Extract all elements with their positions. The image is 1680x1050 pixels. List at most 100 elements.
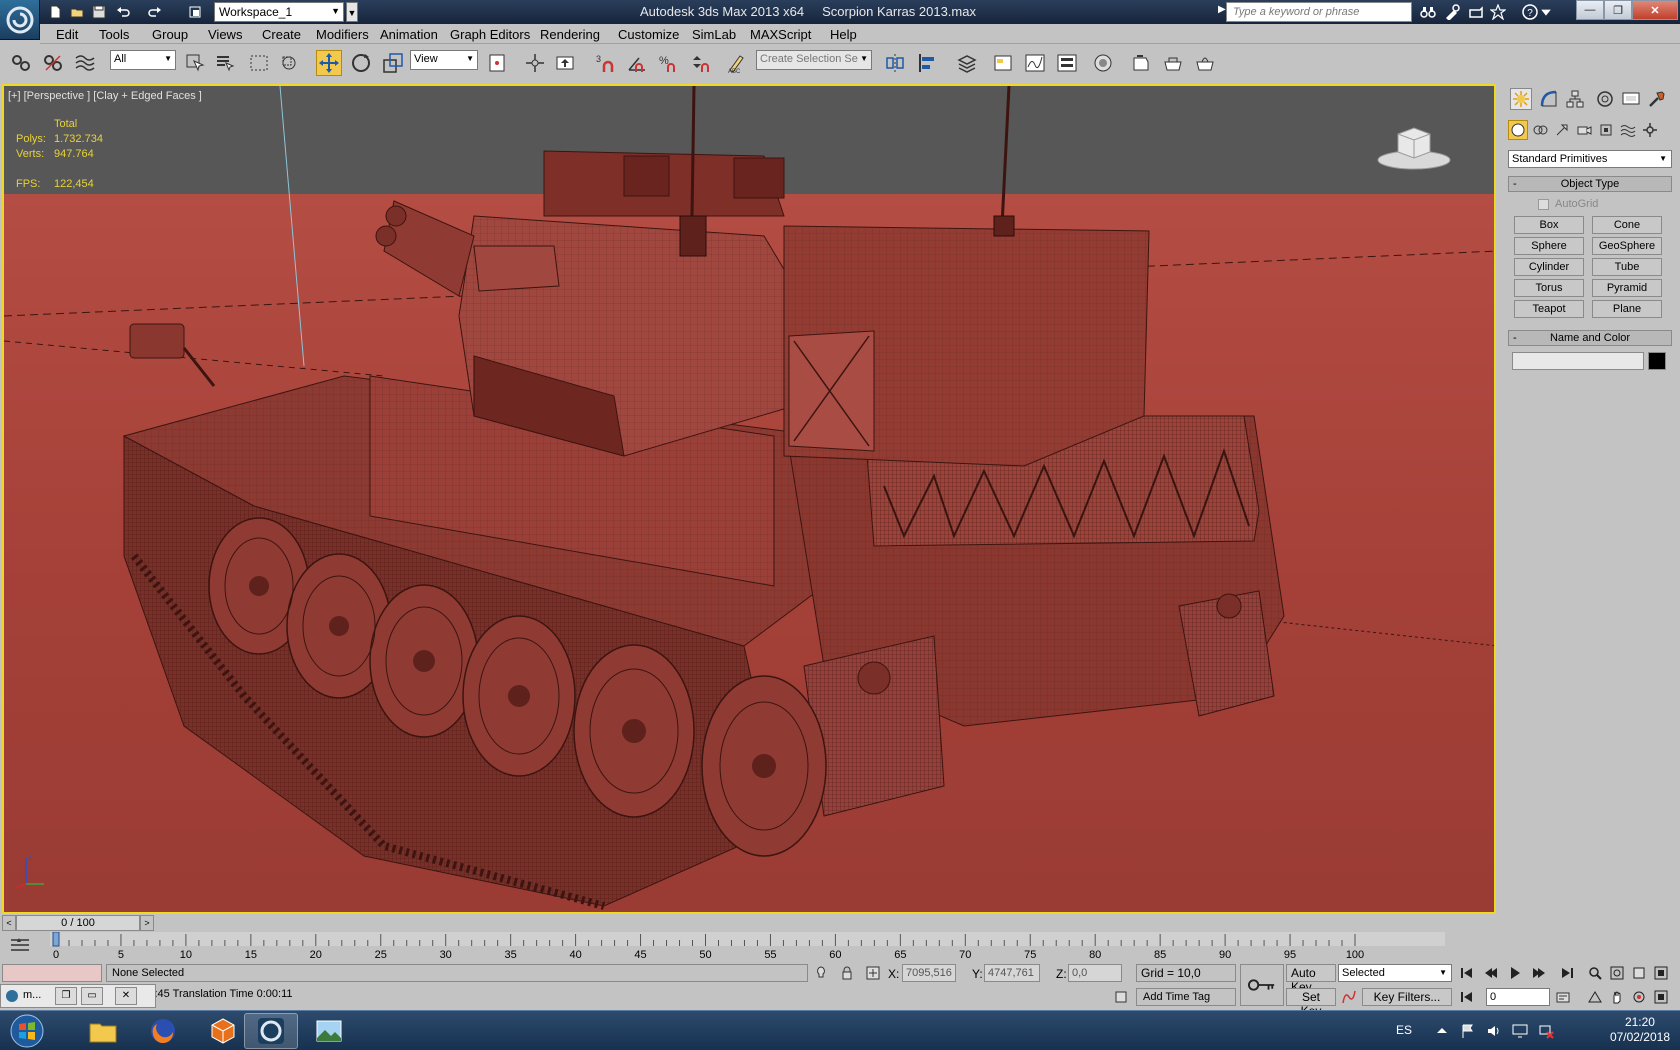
close-window-button[interactable]: ✕ [115, 987, 137, 1005]
tank-model[interactable] [4, 86, 1496, 914]
taskbar-file-explorer[interactable] [76, 1013, 130, 1049]
previous-frame-icon[interactable] [1480, 964, 1502, 982]
select-and-move-icon[interactable] [316, 50, 342, 76]
utilities-tab-icon[interactable] [1646, 88, 1668, 110]
helpers-category-icon[interactable] [1596, 120, 1616, 140]
taskbar-firefox[interactable] [136, 1013, 190, 1049]
lights-category-icon[interactable] [1552, 120, 1572, 140]
menu-tools[interactable]: Tools [99, 27, 129, 42]
play-icon[interactable] [1504, 964, 1526, 982]
menu-edit[interactable]: Edit [56, 27, 78, 42]
open-file-icon[interactable] [68, 3, 86, 21]
go-to-end-icon[interactable] [1556, 964, 1578, 982]
selection-lock-icon[interactable] [838, 964, 856, 982]
bind-to-space-warp-icon[interactable] [72, 50, 98, 76]
pan-view-icon[interactable] [1606, 988, 1628, 1006]
infocenter-binoculars-icon[interactable] [1418, 3, 1438, 21]
search-input[interactable]: Type a keyword or phrase [1226, 2, 1412, 22]
object-color-swatch[interactable] [1648, 352, 1666, 370]
snaps-toggle-icon[interactable]: 3 [592, 50, 618, 76]
shapes-category-icon[interactable] [1530, 120, 1550, 140]
menu-views[interactable]: Views [208, 27, 242, 42]
hierarchy-tab-icon[interactable] [1564, 88, 1586, 110]
schematic-view-icon[interactable] [1054, 50, 1080, 76]
display-icon[interactable] [1512, 1023, 1528, 1039]
redo-icon[interactable] [146, 3, 164, 21]
restore-button[interactable]: ❐ [1604, 0, 1632, 20]
add-time-tag-button[interactable]: Add Time Tag [1136, 988, 1236, 1006]
select-and-manipulate-icon[interactable] [522, 50, 548, 76]
manage-layers-icon[interactable] [954, 50, 980, 76]
key-filters-button[interactable]: Key Filters... [1362, 988, 1452, 1006]
default-in-out-tangents-icon[interactable] [1340, 988, 1358, 1006]
set-key-button[interactable]: Set Key [1286, 988, 1336, 1018]
taskbar-3d-app[interactable] [196, 1013, 250, 1049]
taskbar-photos[interactable] [302, 1013, 356, 1049]
track-bar-background[interactable] [50, 932, 1445, 946]
network-disconnected-icon[interactable] [1538, 1023, 1554, 1039]
name-and-color-rollout-header[interactable]: - Name and Color [1508, 330, 1672, 346]
action-center-flag-icon[interactable] [1460, 1023, 1476, 1039]
subscription-icon[interactable] [1442, 3, 1462, 21]
key-mode-toggle-icon[interactable] [1456, 988, 1478, 1006]
viewcube-icon[interactable] [1374, 122, 1454, 172]
maxscript-listener-mini[interactable] [2, 964, 102, 982]
orbit-icon[interactable] [1628, 988, 1650, 1006]
align-icon[interactable] [914, 50, 940, 76]
pyramid-button[interactable]: Pyramid [1592, 279, 1662, 297]
key-selection-dropdown[interactable]: Selected ▼ [1338, 964, 1452, 982]
maximize-window-button[interactable]: ▭ [81, 987, 103, 1005]
minimize-button[interactable]: — [1576, 0, 1604, 20]
use-pivot-center-icon[interactable] [484, 50, 510, 76]
torus-button[interactable]: Torus [1514, 279, 1584, 297]
zoom-extents-all-icon[interactable] [1650, 964, 1672, 982]
edit-named-selection-icon[interactable]: ABC [724, 50, 750, 76]
time-slider-next-button[interactable]: > [140, 915, 154, 931]
zoom-extents-icon[interactable] [1628, 964, 1650, 982]
perspective-viewport[interactable]: [+] [Perspective ] [Clay + Edged Faces ]… [2, 84, 1496, 914]
track-bar[interactable]: 0 5 10 15 20 25 30 35 40 45 50 55 60 65 70 75 80 85 90 95 10… [0, 932, 1500, 960]
time-tag-icon[interactable] [1112, 988, 1130, 1006]
absolute-mode-transform-icon[interactable] [864, 964, 882, 982]
reference-coordinate-dropdown[interactable]: View ▼ [410, 50, 478, 70]
save-file-icon[interactable] [90, 3, 108, 21]
geometry-category-icon[interactable] [1508, 120, 1528, 140]
minimized-window-bar[interactable]: m... ❐ ▭ ✕ [0, 984, 156, 1008]
select-object-icon[interactable] [182, 50, 208, 76]
isolate-selection-icon[interactable] [812, 964, 830, 982]
display-tab-icon[interactable] [1620, 88, 1642, 110]
menu-help[interactable]: Help [830, 27, 857, 42]
field-of-view-icon[interactable] [1584, 988, 1606, 1006]
app-logo-button[interactable] [0, 0, 40, 40]
workspace-dropdown[interactable]: Workspace_1 ▼ [214, 2, 344, 22]
select-and-rotate-icon[interactable] [348, 50, 374, 76]
quick-access-menu-button[interactable]: ▼ [346, 2, 358, 22]
zoom-icon[interactable] [1584, 964, 1606, 982]
material-editor-icon[interactable] [1090, 50, 1116, 76]
undo-icon[interactable] [114, 3, 132, 21]
motion-tab-icon[interactable] [1594, 88, 1616, 110]
menu-maxscript[interactable]: MAXScript [750, 27, 811, 42]
geosphere-button[interactable]: GeoSphere [1592, 237, 1662, 255]
menu-customize[interactable]: Customize [618, 27, 679, 42]
menu-simlab[interactable]: SimLab [692, 27, 736, 42]
select-by-name-icon[interactable] [212, 50, 238, 76]
modify-tab-icon[interactable] [1538, 88, 1560, 110]
sphere-button[interactable]: Sphere [1514, 237, 1584, 255]
help-dropdown-icon[interactable] [1540, 3, 1552, 21]
tube-button[interactable]: Tube [1592, 258, 1662, 276]
restore-window-button[interactable]: ❐ [55, 987, 77, 1005]
mini-curve-editor-icon[interactable] [8, 934, 32, 956]
angle-snap-icon[interactable] [624, 50, 650, 76]
system-clock[interactable]: 21:20 07/02/2018 [1610, 1015, 1670, 1045]
menu-create[interactable]: Create [262, 27, 301, 42]
project-folder-icon[interactable] [186, 3, 204, 21]
render-setup-icon[interactable] [1128, 50, 1154, 76]
menu-animation[interactable]: Animation [380, 27, 438, 42]
select-and-scale-icon[interactable] [380, 50, 406, 76]
show-hidden-icons-icon[interactable] [1434, 1023, 1450, 1039]
select-and-link-icon[interactable] [8, 50, 34, 76]
teapot-button[interactable]: Teapot [1514, 300, 1584, 318]
unlink-selection-icon[interactable] [40, 50, 66, 76]
set-key-mode-button[interactable] [1240, 964, 1284, 1006]
